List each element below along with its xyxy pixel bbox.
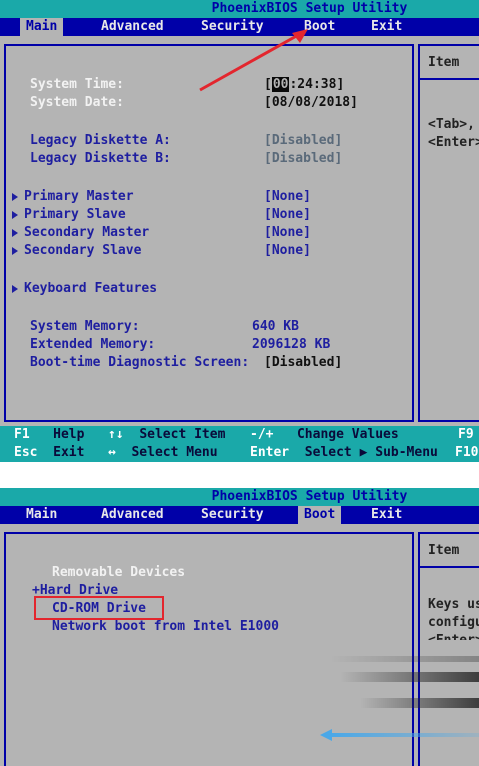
motion-streak [360,698,479,708]
boot-item-removable[interactable]: Removable Devices [6,564,406,582]
boot-item-network[interactable]: Network boot from Intel E1000 [6,618,406,636]
secondary-master-value[interactable]: [None] [264,224,311,242]
primary-master-label: Primary Master [24,189,134,204]
system-date-label: System Date: [30,95,124,110]
tab-exit[interactable]: Exit [365,506,408,524]
menu-bar: Main Advanced Security Boot Exit [0,18,479,36]
submenu-arrow-icon [12,284,18,293]
secondary-slave-label: Secondary Slave [24,243,142,258]
submenu-arrow-icon [12,246,18,255]
help-line: Keys us [428,597,479,612]
system-time-label: System Time: [30,77,124,92]
system-date-row[interactable]: System Date: [08/08/2018] [6,94,406,112]
footer-f10: F10 [455,445,479,460]
footer-select-item: ↑↓ Select Item [108,427,226,442]
legacy-diskette-b-value[interactable]: [Disabled] [264,150,342,168]
extended-memory-row: Extended Memory: 2096128 KB [6,336,406,354]
footer-exit: Esc Exit [14,445,85,460]
tab-main[interactable]: Main [20,506,63,524]
system-memory-label: System Memory: [30,319,140,334]
footer-select-menu: ↔ Select Menu [108,445,218,460]
boot-diagnostic-row[interactable]: Boot-time Diagnostic Screen: [Disabled] [6,354,406,372]
boot-diagnostic-value[interactable]: [Disabled] [264,354,342,372]
key-help-footer: F1 Help ↑↓ Select Item -/+ Change Values… [0,426,479,462]
legacy-diskette-a-value[interactable]: [Disabled] [264,132,342,150]
legacy-diskette-b-label: Legacy Diskette B: [30,151,171,166]
motion-streak [340,672,479,682]
extended-memory-label: Extended Memory: [30,337,156,352]
cdrom-highlight-box [34,596,164,620]
help-line: <Enter> [428,632,479,640]
item-help-pane: Item <Tab>, <Enter> [418,44,479,422]
primary-slave-value[interactable]: [None] [264,206,311,224]
secondary-master-row[interactable]: Secondary Master [None] [6,224,406,242]
primary-master-value[interactable]: [None] [264,188,311,206]
system-time-value[interactable]: [00:24:38] [264,76,344,94]
legacy-diskette-b-row[interactable]: Legacy Diskette B: [Disabled] [6,150,406,168]
keyboard-features-row[interactable]: Keyboard Features [6,280,406,298]
tab-main[interactable]: Main [20,18,64,36]
extended-memory-value: 2096128 KB [252,337,331,352]
tab-advanced[interactable]: Advanced [95,506,170,524]
motion-streak [330,656,479,662]
submenu-arrow-icon [12,228,18,237]
tab-security[interactable]: Security [195,506,270,524]
system-date-value[interactable]: [08/08/2018] [264,94,358,112]
system-memory-value: 640 KB [252,319,299,334]
tab-boot[interactable]: Boot [298,506,342,524]
tab-security[interactable]: Security [195,18,270,36]
tab-exit[interactable]: Exit [365,18,408,36]
title-bar: PhoenixBIOS Setup Utility [0,488,479,506]
submenu-arrow-icon [12,192,18,201]
submenu-arrow-icon [12,210,18,219]
item-help-title: Item [420,534,479,568]
help-line: <Tab>, [428,117,475,132]
item-help-title: Item [420,46,479,80]
tab-advanced[interactable]: Advanced [95,18,170,36]
help-line: configu [428,615,479,630]
keyboard-features-label: Keyboard Features [24,281,158,296]
legacy-diskette-a-row[interactable]: Legacy Diskette A: [Disabled] [6,132,406,150]
secondary-master-label: Secondary Master [24,225,150,240]
menu-bar: Main Advanced Security Boot Exit [0,506,479,524]
footer-sub-menu: Enter Select ▶ Sub-Menu [250,445,438,460]
blue-pointer-arrow-icon [320,729,479,741]
secondary-slave-value[interactable]: [None] [264,242,311,260]
tab-boot[interactable]: Boot [298,18,341,36]
footer-f9: F9 [458,427,474,442]
title-bar: PhoenixBIOS Setup Utility [0,0,479,18]
system-memory-row: System Memory: 640 KB [6,318,406,336]
boot-diagnostic-label: Boot-time Diagnostic Screen: [30,355,250,370]
time-cursor: 00 [271,77,290,92]
bios-screen-main: PhoenixBIOS Setup Utility Main Advanced … [0,0,479,462]
legacy-diskette-a-label: Legacy Diskette A: [30,133,171,148]
primary-master-row[interactable]: Primary Master [None] [6,188,406,206]
secondary-slave-row[interactable]: Secondary Slave [None] [6,242,406,260]
primary-slave-row[interactable]: Primary Slave [None] [6,206,406,224]
bios-screen-boot: PhoenixBIOS Setup Utility Main Advanced … [0,488,479,766]
settings-pane: System Time: [00:24:38] System Date: [08… [4,44,414,422]
footer-help: F1 Help [14,427,85,442]
primary-slave-label: Primary Slave [24,207,126,222]
help-line: <Enter> [428,135,479,150]
footer-change-values: -/+ Change Values [250,427,399,442]
system-time-row[interactable]: System Time: [00:24:38] [6,76,406,94]
